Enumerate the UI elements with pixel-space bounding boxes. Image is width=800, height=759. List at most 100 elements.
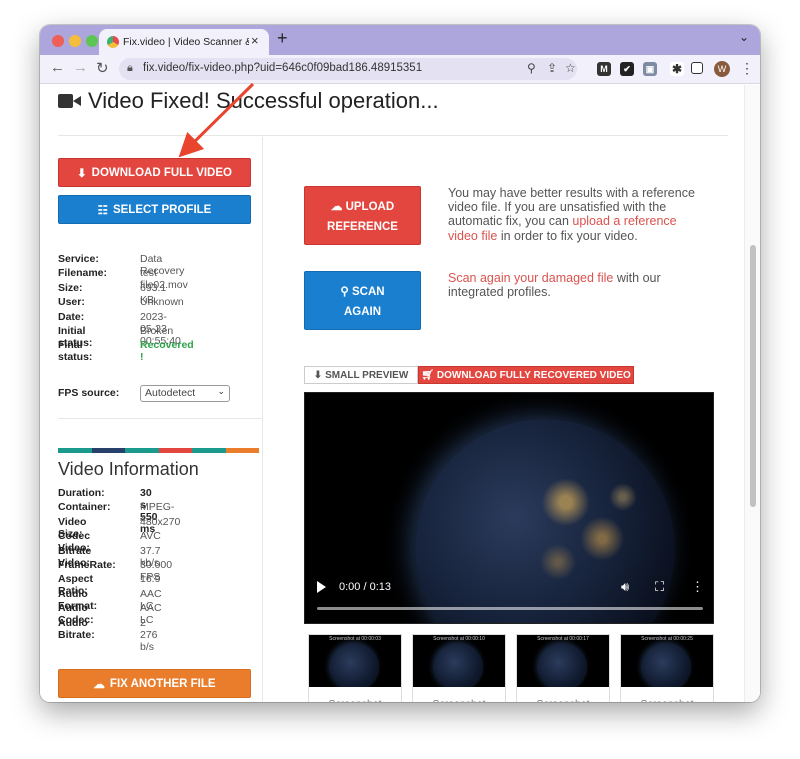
side-panel-icon[interactable] [691,62,703,74]
sliders-icon: ☷ [97,204,108,217]
info-key: Container: [58,501,111,514]
stripe-segment [225,448,259,453]
browser-window: Fix.video | Video Scanner & Fix × + ⌄ ← … [40,25,760,702]
fullscreen-icon[interactable]: ⛶ [655,579,664,595]
select-profile-button[interactable]: ☷ SELECT PROFILE [58,195,251,224]
volume-icon[interactable]: 🔊︎ [621,579,629,595]
zoom-search-icon[interactable]: ⚲ [527,61,536,75]
screenshot-caption: Screenshot at 00:00:25 [641,636,693,642]
video-time: 0:00 / 0:13 [339,581,391,593]
image-extension-icon[interactable]: ▣ [643,62,657,76]
info-key: Audio Bitrate: [58,616,95,641]
close-window-button[interactable] [52,35,64,47]
fps-source-select[interactable]: Autodetect ⌄ [140,385,230,402]
new-tab-button[interactable]: + [277,28,288,49]
screenshot-caption: Screenshot at 00:00:10 [433,636,485,642]
bookmark-star-icon[interactable]: ☆ [565,61,576,75]
info-key: FrameRate: [58,558,116,571]
chevron-down-icon: ⌄ [217,386,225,396]
video-progress-bar[interactable] [317,607,703,610]
scan-again-text: Scan again your damaged file with our in… [448,271,661,300]
earth-thumbnail [331,643,379,687]
scan-again-link[interactable]: Scan again your damaged file [448,271,613,285]
screenshot-card[interactable]: Screenshot at 00:00:10 ScreenshotN°2 [412,634,506,702]
screenshot-card[interactable]: Screenshot at 00:00:17 ScreenshotN°3 [516,634,610,702]
fps-source-label: FPS source: [58,387,120,399]
fix-another-file-button[interactable]: ☁ FIX ANOTHER FILE [58,669,251,698]
screenshot-label: ScreenshotN°3 [517,697,609,702]
stripe-segment [58,448,92,453]
page-content: Video Fixed! Successful operation... ⬇ DO… [40,85,760,702]
info-key: Duration: [58,487,105,499]
screenshot-image[interactable]: Screenshot at 00:00:25 [621,635,713,687]
extensions-puzzle-icon[interactable]: ✱ [670,62,684,76]
download-full-video-button[interactable]: ⬇ DOWNLOAD FULL VIDEO [58,158,251,187]
screenshot-label: ScreenshotN°2 [413,697,505,702]
page-title: Video Fixed! Successful operation... [58,88,439,114]
scan-again-button[interactable]: ⚲ SCAN AGAIN [304,271,421,330]
stripe-segment [125,448,159,453]
screenshot-card[interactable]: Screenshot at 00:00:03 ScreenshotN°1 [308,634,402,702]
maximize-window-button[interactable] [86,35,98,47]
reload-icon[interactable]: ↻ [96,59,109,77]
screenshot-card[interactable]: Screenshot at 00:00:25 ScreenshotN°4 [620,634,714,702]
back-arrow-icon[interactable]: ← [50,59,65,76]
video-controls: 0:00 / 0:13 🔊︎ ⛶ ⋮ [305,573,713,623]
url-text[interactable]: fix.video/fix-video.php?uid=646c0f09bad1… [143,62,422,74]
screenshot-image[interactable]: Screenshot at 00:00:03 [309,635,401,687]
preview-tabs: ⬇ SMALL PREVIEW 🛒︎ DOWNLOAD FULLY RECOVERE… [304,366,634,384]
info-key: User: [58,296,85,309]
screenshot-image[interactable]: Screenshot at 00:00:17 [517,635,609,687]
mail-extension-icon[interactable]: M [597,62,611,76]
earth-thumbnail [643,643,691,687]
screenshot-image[interactable]: Screenshot at 00:00:10 [413,635,505,687]
tab-strip: Fix.video | Video Scanner & Fix × + ⌄ [40,25,760,55]
info-key: Filename: [58,267,108,280]
video-player[interactable]: 0:00 / 0:13 🔊︎ ⛶ ⋮ [304,392,714,624]
tab-close-icon[interactable]: × [251,33,259,48]
info-value: AVC [140,530,161,543]
browser-tab-active[interactable]: Fix.video | Video Scanner & Fix × [99,29,269,55]
scrollbar-thumb[interactable] [750,245,756,507]
address-bar[interactable]: 🔒︎ fix.video/fix-video.php?uid=646c0f09b… [119,58,577,80]
page-scrollbar[interactable] [744,85,760,702]
info-value: 480x270 [140,515,181,528]
cart-icon: 🛒︎ [421,369,434,381]
screenshot-label-line1: Screenshot [517,697,609,702]
more-options-icon[interactable]: ⋮ [691,579,704,595]
screenshot-thumbnails: Screenshot at 00:00:03ScreenshotN°1Scree… [308,634,714,702]
stripe-segment [91,448,125,453]
cloud-upload-icon: ☁ [93,678,105,691]
stripe-segment [158,448,192,453]
info-value: Broken [140,324,174,337]
profile-avatar[interactable]: W [714,61,730,77]
info-key: Size: [58,281,83,294]
video-information-title: Video Information [58,459,199,479]
column-divider [262,137,263,702]
screenshot-label-line1: Screenshot [309,697,401,702]
browser-menu-icon[interactable]: ⋮ [740,60,754,77]
earth-thumbnail [539,643,587,687]
forward-arrow-icon[interactable]: → [73,59,88,76]
divider [58,135,728,136]
divider [58,418,262,419]
cloud-upload-icon: ☁ [330,200,343,213]
info-value: 16:9 [140,573,161,586]
checklist-extension-icon[interactable]: ✔ [620,62,634,76]
share-icon[interactable]: ⇪ [547,61,557,75]
info-key: Service: [58,253,99,265]
upload-reference-button[interactable]: ☁ UPLOAD REFERENCE [304,186,421,245]
tab-search-chevron-icon[interactable]: ⌄ [739,30,749,44]
play-icon[interactable] [317,581,326,593]
lock-icon[interactable]: 🔒︎ [127,62,133,75]
tab-small-preview[interactable]: ⬇ SMALL PREVIEW [304,366,418,384]
info-key: Date: [58,310,85,323]
minimize-window-button[interactable] [69,35,81,47]
video-camera-icon [58,93,82,109]
tab-download-recovered-video[interactable]: 🛒︎ DOWNLOAD FULLY RECOVERED VIDEO [418,366,634,384]
info-value: 2 276 b/s [140,616,158,653]
color-stripe [58,448,259,453]
screenshot-label-line1: Screenshot [621,697,713,702]
screenshot-label: ScreenshotN°4 [621,697,713,702]
site-favicon-icon [107,36,119,48]
